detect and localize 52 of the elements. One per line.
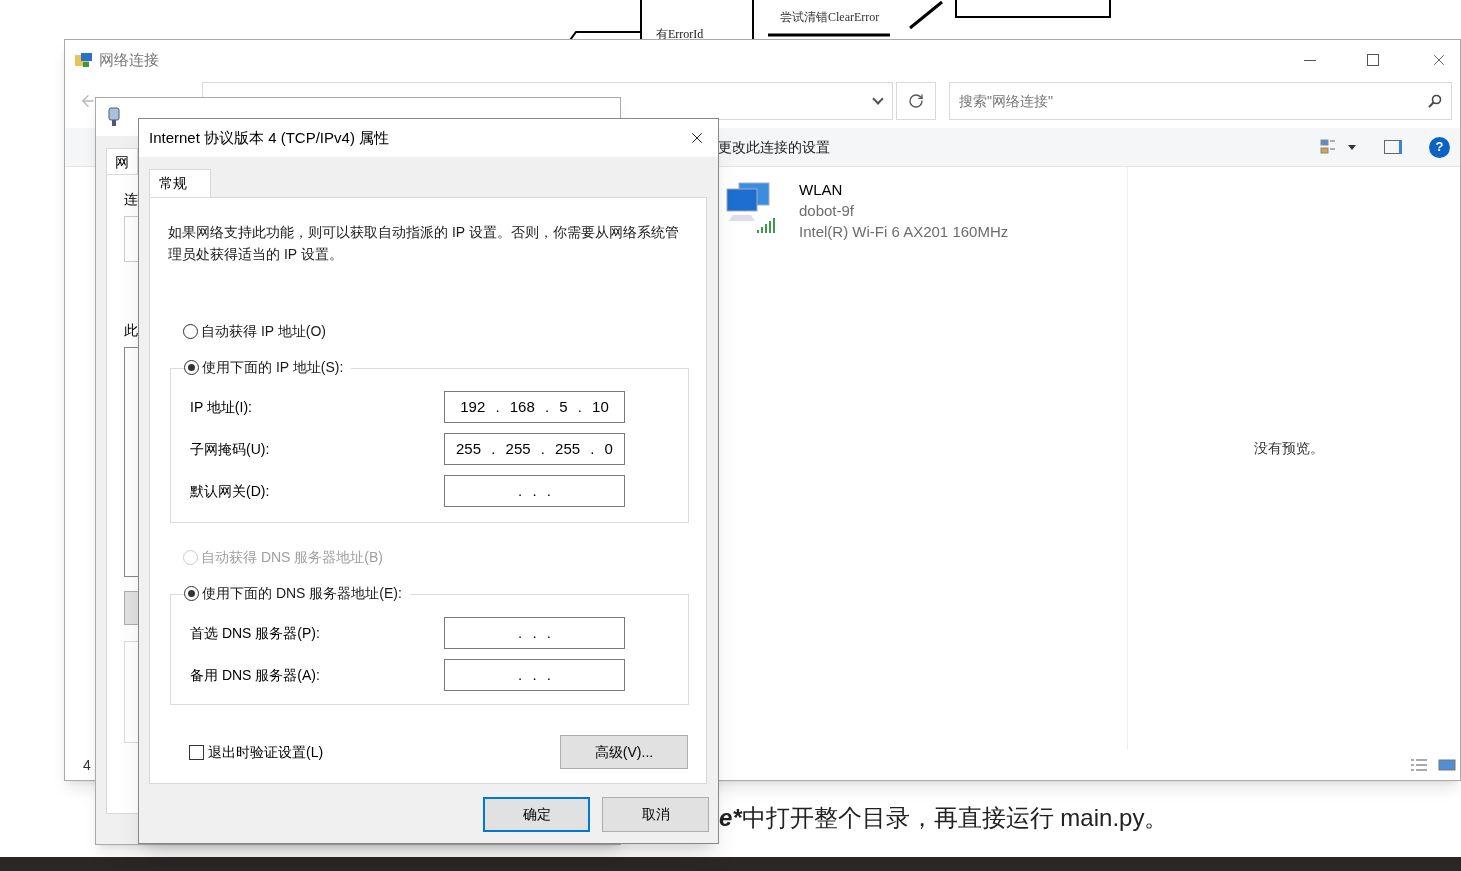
tab[interactable]: 常规 [149,169,211,197]
radio-label: 自动获得 DNS 服务器地址(B) [201,548,383,567]
search-field[interactable]: 搜索"网络连接" [949,82,1452,120]
field-label: IP 地址(I): [190,397,253,417]
connector-line [908,0,944,30]
tab[interactable]: 网 [106,148,138,174]
radio-label: 自动获得 IP 地址(O) [201,322,326,341]
field-label: 首选 DNS 服务器(P): [190,623,321,643]
document-text: e*中打开整个目录，再直接运行 main.py。 [719,803,1169,833]
search-icon [1428,94,1442,108]
maximize-icon[interactable] [1367,54,1379,66]
window-title: Internet 协议版本 4 (TCP/IPv4) 属性 [149,127,391,148]
field-label: 备用 DNS 服务器(A): [190,665,321,685]
preview-message: 没有预览。 [1254,439,1324,458]
ip-address-field[interactable]: . . . [444,617,625,649]
advanced-button[interactable]: 高级(V)... [560,735,688,769]
command-link[interactable]: 更改此连接的设置 [718,136,1320,158]
preview-pane-icon[interactable] [1384,140,1402,154]
description-text: 如果网络支持此功能，则可以获取自动指派的 IP 设置。否则，你需要从网络系统管理员处获得适当的 IP 设置。 [168,223,680,264]
connection-name: WLAN [799,180,844,200]
caret-icon[interactable] [1348,144,1356,150]
network-folder-icon [75,52,93,68]
ip-address-field[interactable]: 255 . 255 . 255 . 0 [444,433,625,465]
radio-label: 使用下面的 DNS 服务器地址(E): [202,584,402,603]
refresh-button[interactable] [896,82,936,120]
tiles-view-icon[interactable] [1438,758,1456,772]
ip-address-field[interactable]: 192 . 168 . 5 . 10 [444,391,625,423]
ip-address-field[interactable]: . . . [444,475,625,507]
radio-button[interactable] [183,324,198,339]
field-label: 默认网关(D): [190,481,271,501]
minimize-icon[interactable] [1304,59,1316,61]
section-label: 连 [124,190,138,209]
refresh-icon [908,93,924,109]
ip-address-field[interactable]: . . . [444,659,625,691]
window-title: 网络连接 [99,49,160,70]
view-options-icon[interactable] [1320,138,1338,156]
section-label: 此 [124,321,138,340]
checkbox[interactable] [189,744,204,760]
field-label: 子网掩码(U): [190,439,271,459]
connection-item[interactable]: WLAN dobot-9f Intel(R) Wi-Fi 6 AX201 160MHz [725,179,1025,242]
adapter-name: Intel(R) Wi-Fi 6 AX201 160MHz [799,222,1009,242]
dialog-button[interactable]: 确定 [483,797,590,832]
network-cable-icon [108,107,120,127]
item-count: 4 [83,755,92,775]
checkbox-label: 退出时验证设置(L) [208,742,325,762]
radio-label: 使用下面的 IP 地址(S): [202,358,344,377]
network-name: dobot-9f [799,201,856,221]
dialog-button[interactable]: 取消 [602,797,709,832]
help-icon[interactable]: ? [1429,136,1450,158]
radio-button[interactable] [184,586,199,601]
edge-label: 尝试清错ClearError [780,9,880,26]
radio-button[interactable] [184,360,199,375]
